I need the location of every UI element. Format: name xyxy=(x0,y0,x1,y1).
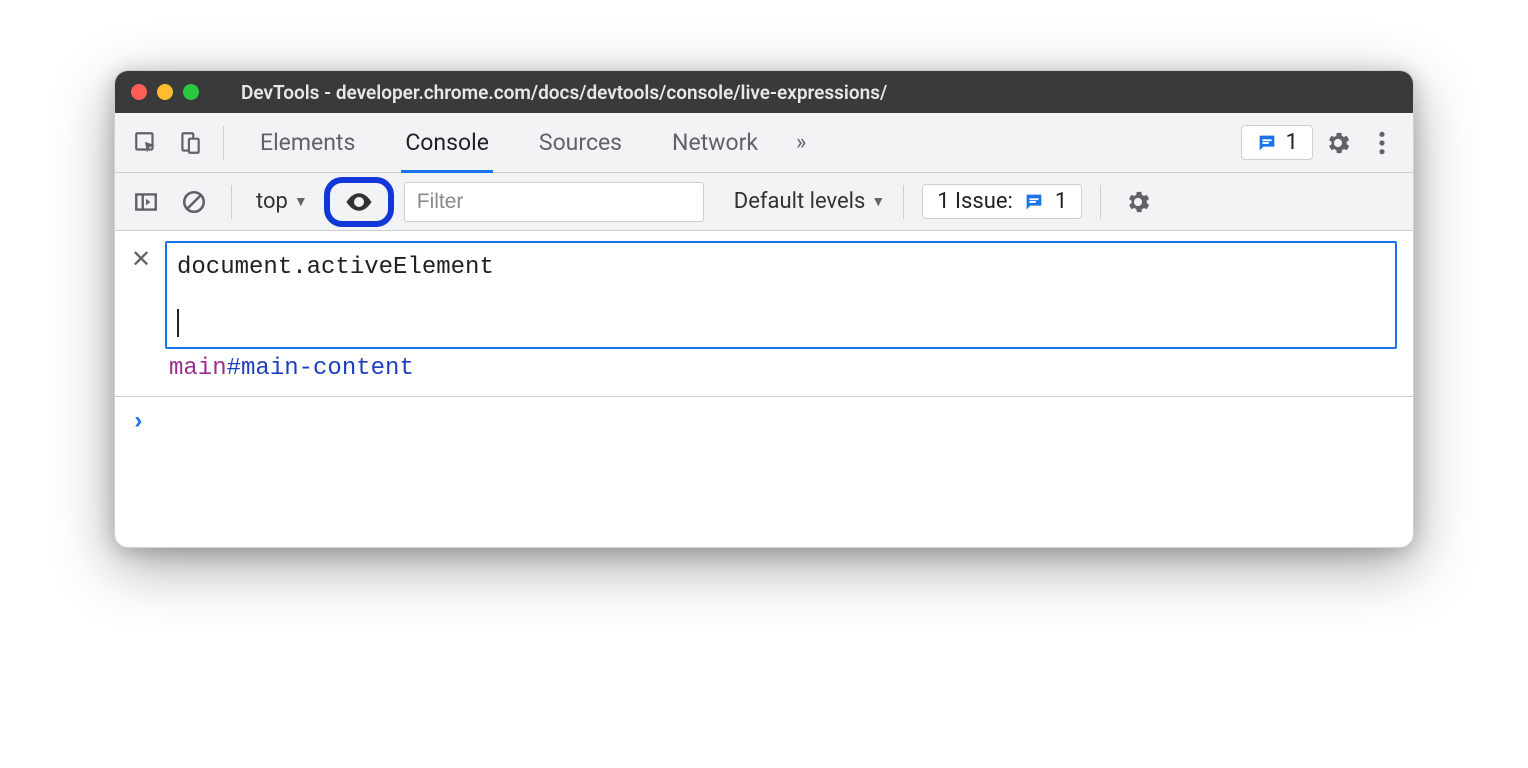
minimize-window-button[interactable] xyxy=(157,84,173,100)
console-toolbar: top ▼ Default levels ▼ 1 Issue: 1 xyxy=(115,173,1413,231)
tab-sources[interactable]: Sources xyxy=(517,113,644,173)
eye-icon xyxy=(342,187,376,217)
chevron-down-icon: ▼ xyxy=(294,193,308,210)
live-expression-text: document.activeElement xyxy=(177,251,1385,285)
divider xyxy=(903,185,904,219)
tab-elements[interactable]: Elements xyxy=(238,113,377,173)
remove-live-expression-button[interactable]: ✕ xyxy=(131,241,151,382)
inspect-element-icon[interactable] xyxy=(127,124,165,162)
prompt-caret-icon: › xyxy=(131,409,145,436)
maximize-window-button[interactable] xyxy=(183,84,199,100)
close-window-button[interactable] xyxy=(131,84,147,100)
message-icon xyxy=(1023,191,1045,213)
console-sidebar-toggle-icon[interactable] xyxy=(127,183,165,221)
filter-input[interactable] xyxy=(404,182,704,222)
clear-console-icon[interactable] xyxy=(175,183,213,221)
device-toolbar-icon[interactable] xyxy=(171,124,209,162)
window-titlebar: DevTools - developer.chrome.com/docs/dev… xyxy=(115,71,1413,113)
traffic-lights xyxy=(131,84,199,100)
messages-chip[interactable]: 1 xyxy=(1241,125,1313,160)
result-selector: #main-content xyxy=(227,355,414,382)
tab-console[interactable]: Console xyxy=(383,113,511,173)
context-label: top xyxy=(256,189,288,214)
divider xyxy=(1100,185,1101,219)
live-expression-result[interactable]: main#main-content xyxy=(165,349,1397,382)
chevron-down-icon: ▼ xyxy=(871,193,885,210)
tab-label: Network xyxy=(672,129,758,156)
console-prompt[interactable]: › xyxy=(115,397,1413,547)
tab-network[interactable]: Network xyxy=(650,113,780,173)
levels-label: Default levels xyxy=(734,189,866,214)
tab-label: Console xyxy=(405,129,489,156)
log-levels-selector[interactable]: Default levels ▼ xyxy=(734,189,885,214)
messages-count: 1 xyxy=(1286,130,1298,155)
live-expression-area: ✕ document.activeElement main#main-conte… xyxy=(115,231,1413,397)
more-tabs-icon[interactable]: » xyxy=(786,130,816,155)
context-selector[interactable]: top ▼ xyxy=(250,189,314,214)
console-settings-icon[interactable] xyxy=(1119,183,1157,221)
issues-label: 1 Issue: xyxy=(937,189,1013,214)
divider xyxy=(231,185,232,219)
tab-label: Sources xyxy=(539,129,622,156)
devtools-window: DevTools - developer.chrome.com/docs/dev… xyxy=(114,70,1414,548)
message-icon xyxy=(1256,132,1278,154)
settings-icon[interactable] xyxy=(1319,124,1357,162)
more-menu-icon[interactable] xyxy=(1363,124,1401,162)
issues-count: 1 xyxy=(1055,189,1067,214)
window-title: DevTools - developer.chrome.com/docs/dev… xyxy=(221,81,1397,104)
text-cursor xyxy=(177,309,179,337)
tab-label: Elements xyxy=(260,129,355,156)
divider xyxy=(223,126,224,160)
live-expression-input[interactable]: document.activeElement xyxy=(165,241,1397,349)
live-expression-button[interactable] xyxy=(324,177,394,227)
main-tabbar: Elements Console Sources Network » 1 xyxy=(115,113,1413,173)
result-tag: main xyxy=(169,355,227,382)
issues-chip[interactable]: 1 Issue: 1 xyxy=(922,184,1082,219)
